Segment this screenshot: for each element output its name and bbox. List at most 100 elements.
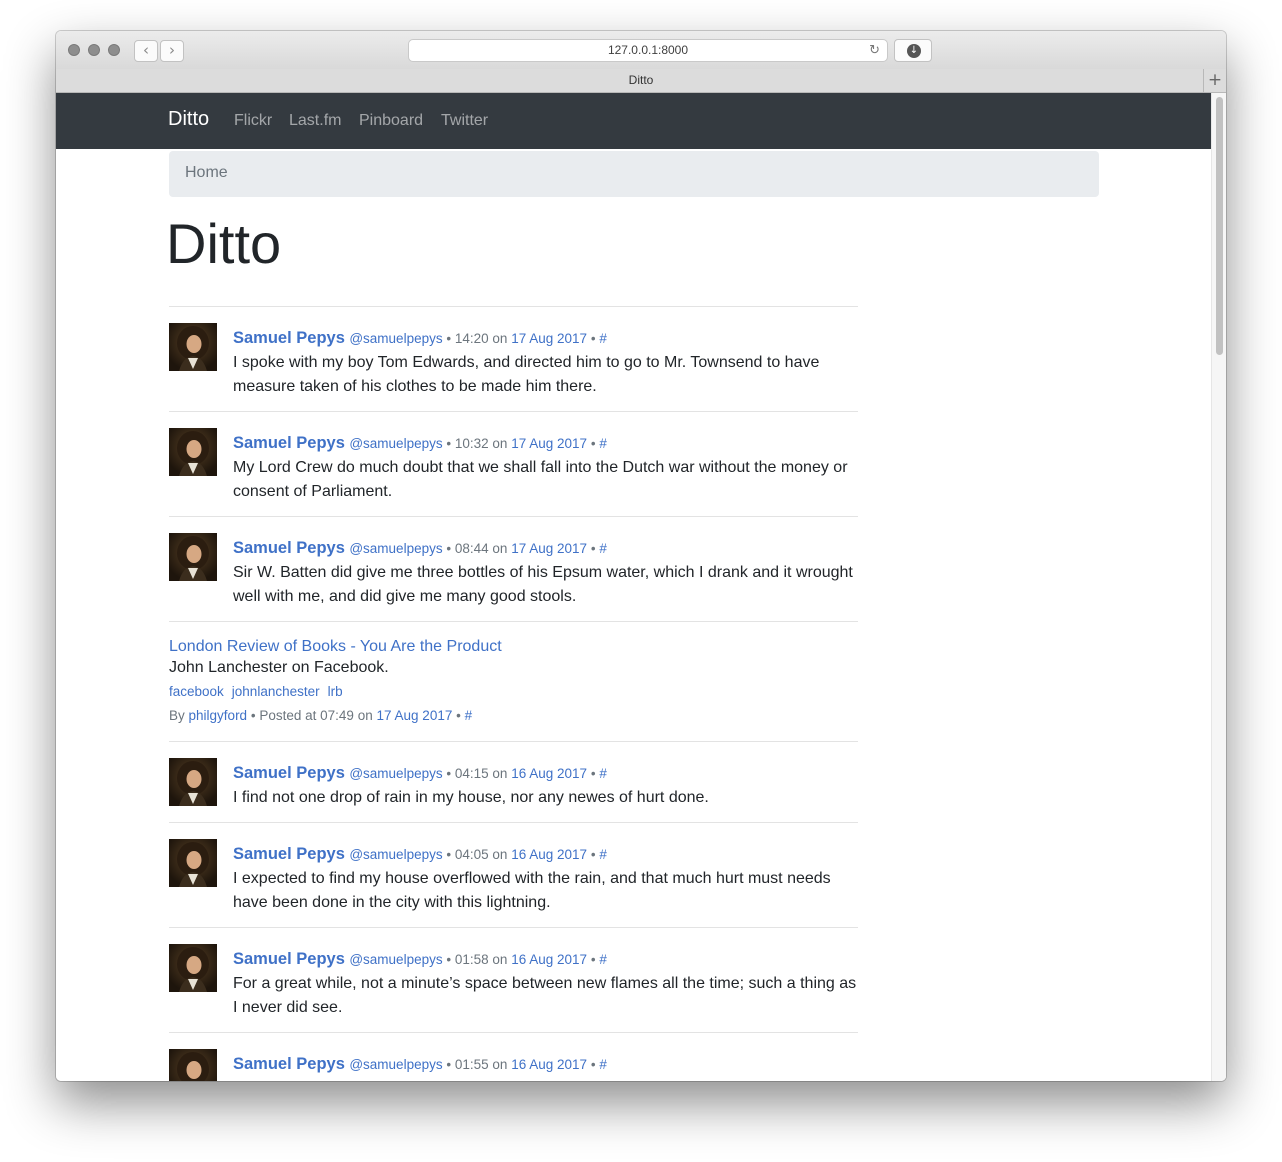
tweet-author-handle[interactable]: @samuelpepys bbox=[349, 541, 442, 556]
tweet-author-name[interactable]: Samuel Pepys bbox=[233, 1055, 345, 1073]
tweet-permalink[interactable]: # bbox=[599, 541, 607, 556]
bookmark-tag[interactable]: facebook bbox=[169, 684, 224, 699]
tweet-separator: • bbox=[446, 952, 452, 967]
nav-link-twitter[interactable]: Twitter bbox=[441, 112, 488, 130]
tweet-permalink[interactable]: # bbox=[599, 436, 607, 451]
bookmark-permalink[interactable]: # bbox=[465, 708, 473, 723]
tweet-permalink[interactable]: # bbox=[599, 331, 607, 346]
tweet-permalink[interactable]: # bbox=[599, 1057, 607, 1072]
tweet-separator: • bbox=[590, 541, 596, 556]
avatar[interactable] bbox=[169, 1049, 217, 1081]
tweet-date-link[interactable]: 16 Aug 2017 bbox=[511, 847, 587, 862]
avatar[interactable] bbox=[169, 839, 217, 887]
tweet-item: Samuel Pepys @samuelpepys • 08:44 on 17 … bbox=[169, 516, 858, 621]
brand-link[interactable]: Ditto bbox=[168, 108, 209, 131]
bookmark-user-link[interactable]: philgyford bbox=[189, 708, 248, 723]
tweet-item: Samuel Pepys @samuelpepys • 01:58 on 16 … bbox=[169, 927, 858, 1032]
tweet-permalink[interactable]: # bbox=[599, 847, 607, 862]
tweet-author-handle[interactable]: @samuelpepys bbox=[349, 766, 442, 781]
bookmark-separator: • bbox=[250, 708, 256, 723]
scrollbar[interactable] bbox=[1211, 93, 1226, 1081]
tweet-date-link[interactable]: 17 Aug 2017 bbox=[511, 541, 587, 556]
tweet-author-name[interactable]: Samuel Pepys bbox=[233, 434, 345, 452]
tweet-author-name[interactable]: Samuel Pepys bbox=[233, 539, 345, 557]
tweet-time: 04:15 bbox=[454, 766, 489, 781]
tweet-on: on bbox=[492, 541, 508, 556]
tweet-time: 01:58 bbox=[454, 952, 489, 967]
nav-link-flickr[interactable]: Flickr bbox=[234, 112, 272, 130]
avatar[interactable] bbox=[169, 944, 217, 992]
tweet-date-link[interactable]: 17 Aug 2017 bbox=[511, 331, 587, 346]
tweet-time: 04:05 bbox=[454, 847, 489, 862]
title-bar: ‹ › 127.0.0.1:8000 ↻ ↓ bbox=[56, 31, 1226, 70]
feed-list: Samuel Pepys @samuelpepys • 14:20 on 17 … bbox=[169, 306, 858, 1081]
tweet-author-name[interactable]: Samuel Pepys bbox=[233, 329, 345, 347]
tweet-separator: • bbox=[590, 952, 596, 967]
tweet-author-handle[interactable]: @samuelpepys bbox=[349, 331, 442, 346]
tweet-on: on bbox=[492, 1057, 508, 1072]
scrollbar-thumb[interactable] bbox=[1216, 97, 1223, 355]
tweet-item: Samuel Pepys @samuelpepys • 04:05 on 16 … bbox=[169, 822, 858, 927]
tweet-date-link[interactable]: 17 Aug 2017 bbox=[511, 436, 587, 451]
tweet-author-handle[interactable]: @samuelpepys bbox=[349, 952, 442, 967]
new-tab-button[interactable]: + bbox=[1203, 69, 1226, 92]
tweet-separator: • bbox=[446, 331, 452, 346]
zoom-window-button[interactable] bbox=[108, 44, 120, 56]
tweet-separator: • bbox=[446, 541, 452, 556]
tweet-separator: • bbox=[590, 766, 596, 781]
breadcrumb-home: Home bbox=[185, 164, 228, 181]
tweet-time: 08:44 bbox=[454, 541, 489, 556]
page-viewport: Ditto Flickr Last.fm Pinboard Twitter Ho… bbox=[56, 93, 1226, 1081]
bookmark-tag[interactable]: lrb bbox=[328, 684, 343, 699]
avatar[interactable] bbox=[169, 428, 217, 476]
tweet-date-link[interactable]: 16 Aug 2017 bbox=[511, 1057, 587, 1072]
tweet-author-handle[interactable]: @samuelpepys bbox=[349, 436, 442, 451]
tweet-text: My Lord Crew do much doubt that we shall… bbox=[233, 459, 848, 500]
bookmark-date-link[interactable]: 17 Aug 2017 bbox=[377, 708, 453, 723]
tab-bar: Ditto + bbox=[56, 69, 1226, 93]
tweet-item: Samuel Pepys @samuelpepys • 10:32 on 17 … bbox=[169, 411, 858, 516]
bookmark-title-link[interactable]: London Review of Books - You Are the Pro… bbox=[169, 637, 858, 657]
tweet-separator: • bbox=[446, 847, 452, 862]
address-bar[interactable]: 127.0.0.1:8000 ↻ bbox=[408, 39, 888, 62]
nav-link-pinboard[interactable]: Pinboard bbox=[359, 112, 423, 130]
tweet-text: Waked with the noise of the thunder and … bbox=[233, 1077, 858, 1081]
back-button[interactable]: ‹ bbox=[134, 40, 158, 62]
tweet-item: Samuel Pepys @samuelpepys • 04:15 on 16 … bbox=[169, 741, 858, 822]
nav-link-lastfm[interactable]: Last.fm bbox=[289, 112, 341, 130]
url-text: 127.0.0.1:8000 bbox=[607, 43, 689, 57]
bookmark-item: London Review of Books - You Are the Pro… bbox=[169, 621, 858, 741]
tweet-author-name[interactable]: Samuel Pepys bbox=[233, 845, 345, 863]
bookmark-meta: By philgyford • Posted at 07:49 on 17 Au… bbox=[169, 705, 858, 727]
bookmark-tags: facebook johnlanchester lrb bbox=[169, 679, 858, 705]
tweet-text: Sir W. Batten did give me three bottles … bbox=[233, 564, 853, 605]
avatar[interactable] bbox=[169, 533, 217, 581]
bookmark-separator: • bbox=[456, 708, 461, 723]
tweet-on: on bbox=[492, 952, 508, 967]
downloads-button[interactable]: ↓ bbox=[894, 39, 932, 62]
tweet-date-link[interactable]: 16 Aug 2017 bbox=[511, 766, 587, 781]
tweet-author-name[interactable]: Samuel Pepys bbox=[233, 764, 345, 782]
tweet-permalink[interactable]: # bbox=[599, 766, 607, 781]
tweet-permalink[interactable]: # bbox=[599, 952, 607, 967]
bookmark-on: on bbox=[357, 708, 373, 723]
tweet-separator: • bbox=[590, 1057, 596, 1072]
avatar[interactable] bbox=[169, 758, 217, 806]
tweet-author-handle[interactable]: @samuelpepys bbox=[349, 1057, 442, 1072]
reload-icon[interactable]: ↻ bbox=[869, 40, 880, 61]
tweet-date-link[interactable]: 16 Aug 2017 bbox=[511, 952, 587, 967]
bookmark-tag[interactable]: johnlanchester bbox=[232, 684, 320, 699]
site-navbar: Ditto Flickr Last.fm Pinboard Twitter bbox=[56, 93, 1211, 149]
tab-title[interactable]: Ditto bbox=[629, 73, 654, 87]
tweet-author-name[interactable]: Samuel Pepys bbox=[233, 950, 345, 968]
avatar[interactable] bbox=[169, 323, 217, 371]
forward-button[interactable]: › bbox=[160, 40, 184, 62]
minimize-window-button[interactable] bbox=[88, 44, 100, 56]
close-window-button[interactable] bbox=[68, 44, 80, 56]
tweet-text: I expected to find my house overflowed w… bbox=[233, 870, 831, 911]
tweet-separator: • bbox=[446, 766, 452, 781]
breadcrumb: Home bbox=[169, 151, 1099, 197]
tweet-author-handle[interactable]: @samuelpepys bbox=[349, 847, 442, 862]
tweet-separator: • bbox=[590, 331, 596, 346]
tweet-text: I find not one drop of rain in my house,… bbox=[233, 789, 709, 806]
